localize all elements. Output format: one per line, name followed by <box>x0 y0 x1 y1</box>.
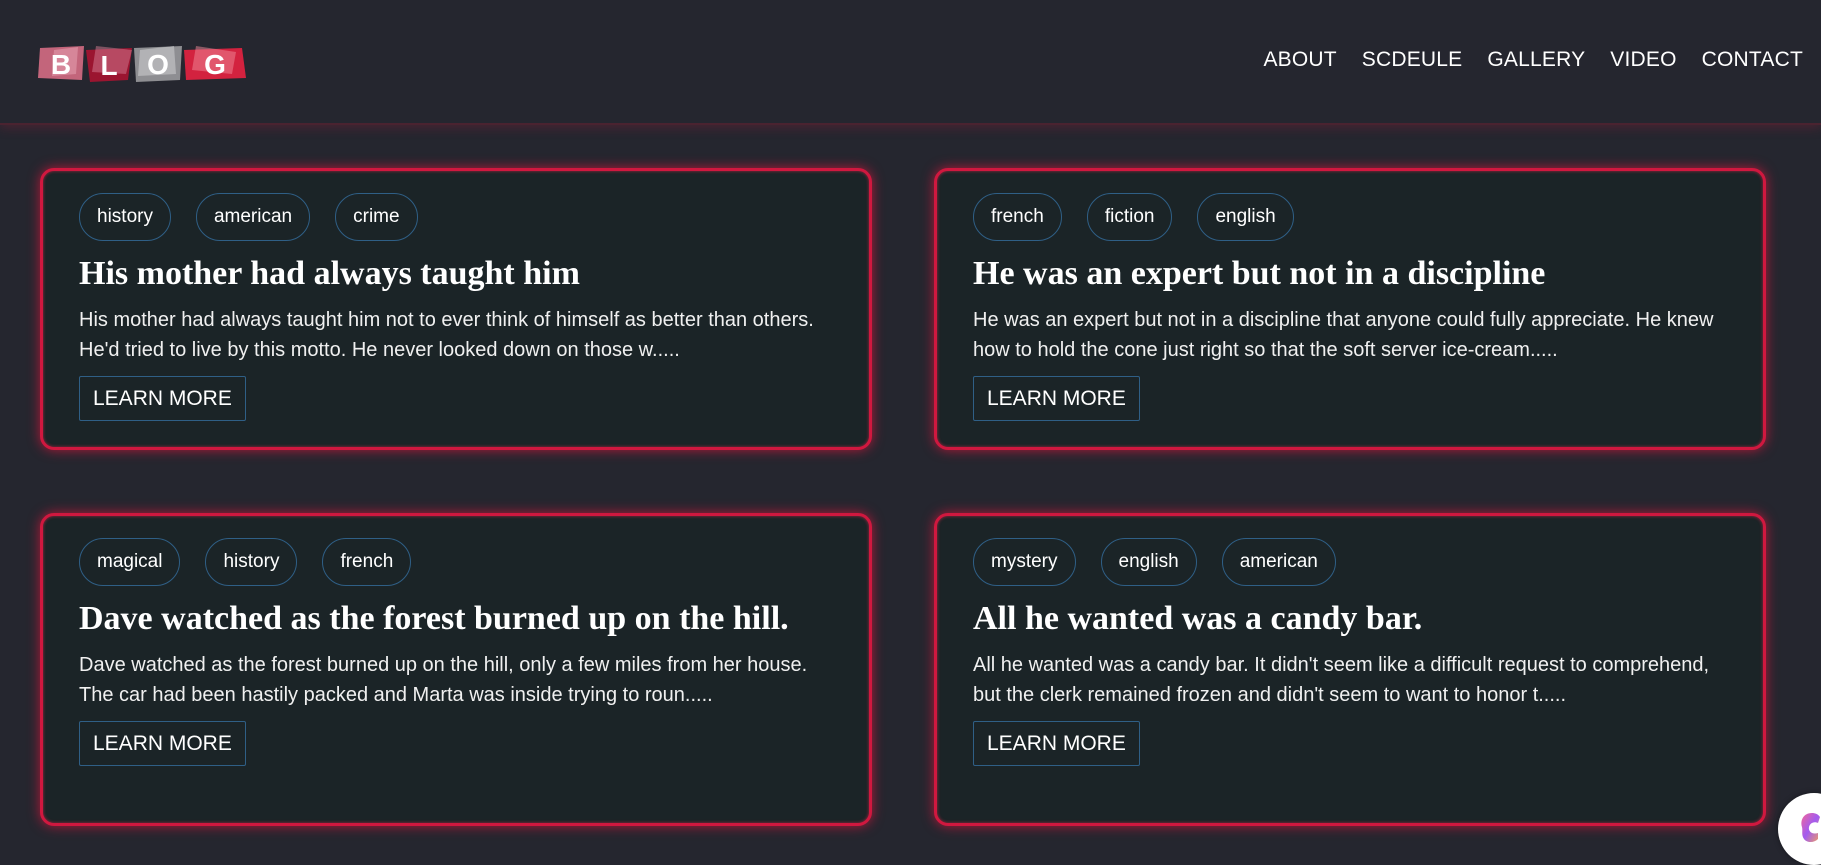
post-card: history american crime His mother had al… <box>40 168 872 450</box>
svg-text:O: O <box>147 49 169 80</box>
assistant-icon <box>1801 813 1820 842</box>
tag-pill[interactable]: magical <box>79 538 181 586</box>
post-title: He was an expert but not in a discipline <box>973 255 1546 292</box>
nav-schedule[interactable]: SCDEULE <box>1362 48 1463 72</box>
tag-pill[interactable]: english <box>1100 538 1197 586</box>
post-card: french fiction english He was an expert … <box>934 168 1766 450</box>
tag-pill[interactable]: french <box>973 193 1062 241</box>
tag-pill[interactable]: history <box>79 193 171 241</box>
post-title: His mother had always taught him <box>79 255 580 292</box>
post-excerpt: His mother had always taught him not to … <box>79 309 814 361</box>
post-card: mystery english american All he wanted w… <box>934 513 1766 826</box>
post-excerpt: He was an expert but not in a discipline… <box>973 309 1714 361</box>
tag-list: french fiction english <box>973 193 1727 241</box>
tag-pill[interactable]: mystery <box>973 538 1076 586</box>
tag-list: mystery english american <box>973 538 1727 586</box>
learn-more-button[interactable]: LEARN MORE <box>79 376 246 421</box>
nav-gallery[interactable]: GALLERY <box>1487 48 1585 72</box>
tag-pill[interactable]: english <box>1197 193 1294 241</box>
main-nav: ABOUT SCDEULE GALLERY VIDEO CONTACT <box>1263 48 1803 72</box>
blog-logo-mark: B L O G <box>38 46 246 82</box>
tag-pill[interactable]: french <box>322 538 412 586</box>
learn-more-button[interactable]: LEARN MORE <box>973 721 1140 766</box>
post-card: magical history french Dave watched as t… <box>40 513 872 826</box>
post-title: All he wanted was a candy bar. <box>973 600 1423 637</box>
nav-video[interactable]: VIDEO <box>1610 48 1676 72</box>
site-header: B L O G ABOUT SCDEULE GALLERY VIDEO CONT… <box>0 0 1821 125</box>
learn-more-button[interactable]: LEARN MORE <box>973 376 1140 421</box>
blog-logo[interactable]: B L O G <box>36 44 248 84</box>
post-excerpt: All he wanted was a candy bar. It didn't… <box>973 654 1710 706</box>
nav-about[interactable]: ABOUT <box>1263 48 1336 72</box>
svg-text:L: L <box>100 50 117 81</box>
tag-list: magical history french <box>79 538 833 586</box>
post-excerpt: Dave watched as the forest burned up on … <box>79 654 808 706</box>
learn-more-button[interactable]: LEARN MORE <box>79 721 246 766</box>
tag-pill[interactable]: fiction <box>1086 193 1173 241</box>
tag-list: history american crime <box>79 193 833 241</box>
nav-contact[interactable]: CONTACT <box>1702 48 1803 72</box>
tag-pill[interactable]: american <box>195 193 311 241</box>
assistant-button[interactable] <box>1778 793 1821 865</box>
tag-pill[interactable]: american <box>1221 538 1336 586</box>
tag-pill[interactable]: crime <box>335 193 418 241</box>
svg-text:B: B <box>51 49 71 80</box>
tag-pill[interactable]: history <box>205 538 298 586</box>
post-title: Dave watched as the forest burned up on … <box>79 600 789 637</box>
svg-text:G: G <box>204 49 226 80</box>
